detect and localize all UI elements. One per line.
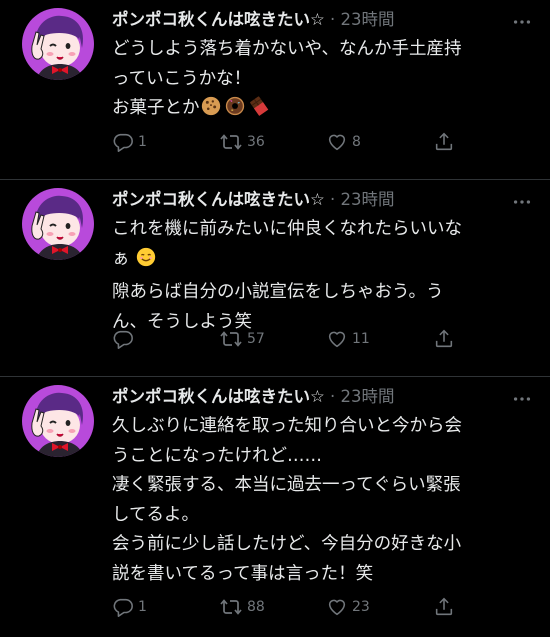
retweet-button[interactable]: 88 <box>219 595 326 619</box>
retweet-count: 88 <box>247 599 265 615</box>
tweet-body: ポンポコ秋くんは呟きたい☆ · 23時間 どうしよう落ち着かないや、なんか手土産… <box>112 7 510 128</box>
reply-count: 1 <box>138 599 147 615</box>
timeline: ポンポコ秋くんは呟きたい☆ · 23時間 どうしよう落ち着かないや、なんか手土産… <box>0 0 550 637</box>
share-button[interactable] <box>433 328 455 350</box>
tweet[interactable]: ポンポコ秋くんは呟きたい☆ · 23時間 久しぶりに連絡を取った知り合いと今から… <box>0 377 550 637</box>
like-button[interactable]: 23 <box>326 596 433 618</box>
tweet-header: ポンポコ秋くんは呟きたい☆ · 23時間 <box>112 7 510 33</box>
reply-button[interactable] <box>112 328 219 350</box>
retweet-icon <box>219 130 243 154</box>
tweet-body: ポンポコ秋くんは呟きたい☆ · 23時間 久しぶりに連絡を取った知り合いと今から… <box>112 384 510 589</box>
share-button[interactable] <box>433 131 455 153</box>
timestamp[interactable]: 23時間 <box>341 387 395 406</box>
tweet-line: これを機に前みたいに仲良くなれたらいいな <box>112 219 462 239</box>
heart-icon <box>326 596 348 618</box>
tweet-text: 久しぶりに連絡を取った知り合いと今から会 うことになったけれど…… 凄く緊張する… <box>112 412 510 589</box>
tweet-header: ポンポコ秋くんは呟きたい☆ · 23時間 <box>112 384 510 410</box>
tweet-body: ポンポコ秋くんは呟きたい☆ · 23時間 これを機に前みたいに仲良くなれたらいい… <box>112 187 510 337</box>
tweet-header: ポンポコ秋くんは呟きたい☆ · 23時間 <box>112 187 510 213</box>
separator: · <box>330 10 336 29</box>
avatar[interactable] <box>22 8 94 80</box>
tweet-line: 隙あらば自分の小説宣伝をしちゃおう。う <box>112 282 444 302</box>
retweet-icon <box>219 595 243 619</box>
cookie-icon <box>200 95 222 128</box>
retweet-count: 36 <box>247 134 265 150</box>
retweet-button[interactable]: 36 <box>219 130 326 154</box>
like-count: 8 <box>352 134 361 150</box>
display-name[interactable]: ポンポコ秋くんは呟きたい☆ <box>112 190 325 209</box>
tweet-line: どうしよう落ち着かないや、なんか手土産持 <box>112 39 462 59</box>
tweet-line-with-emoji: ぁ <box>112 245 510 279</box>
like-count: 23 <box>352 599 370 615</box>
tweet-line: 久しぶりに連絡を取った知り合いと今から会 <box>112 416 462 436</box>
smiling-face-icon <box>135 246 157 279</box>
more-options-icon[interactable] <box>510 192 534 212</box>
doughnut-icon <box>224 95 246 128</box>
timestamp[interactable]: 23時間 <box>341 10 395 29</box>
share-button[interactable] <box>433 596 455 618</box>
display-name[interactable]: ポンポコ秋くんは呟きたい☆ <box>112 387 325 406</box>
tweet-line: っていこうかな！ <box>112 68 252 89</box>
tweet-line: 凄く緊張する、本当に過去一ってぐらい緊張 <box>112 475 461 495</box>
retweet-count: 57 <box>247 331 265 347</box>
like-button[interactable]: 8 <box>326 131 433 153</box>
chocolate-bar-icon <box>248 95 270 128</box>
tweet-text: どうしよう落ち着かないや、なんか手土産持 っていこうかな！ お菓子とか <box>112 35 510 128</box>
tweet-actions: 1 36 8 <box>112 130 520 154</box>
retweet-button[interactable]: 57 <box>219 327 326 351</box>
reply-icon <box>112 328 134 350</box>
reply-button[interactable]: 1 <box>112 131 219 153</box>
more-options-icon[interactable] <box>510 389 534 409</box>
tweet-actions: 57 11 <box>112 327 520 351</box>
separator: · <box>330 387 336 406</box>
timestamp[interactable]: 23時間 <box>341 190 395 209</box>
tweet-text: これを機に前みたいに仲良くなれたらいいな ぁ 隙あらば自分の小説宣伝をしちゃおう… <box>112 215 510 337</box>
tweet-actions: 1 88 23 <box>112 595 520 619</box>
tweet-line: お菓子とか <box>112 98 200 118</box>
display-name[interactable]: ポンポコ秋くんは呟きたい☆ <box>112 10 325 29</box>
share-icon <box>433 328 455 350</box>
share-icon <box>433 596 455 618</box>
tweet[interactable]: ポンポコ秋くんは呟きたい☆ · 23時間 これを機に前みたいに仲良くなれたらいい… <box>0 180 550 377</box>
heart-icon <box>326 328 348 350</box>
heart-icon <box>326 131 348 153</box>
avatar[interactable] <box>22 385 94 457</box>
retweet-icon <box>219 327 243 351</box>
tweet-line: 会う前に少し話したけど、今自分の好きな小 <box>112 534 462 554</box>
tweet-line-with-emoji: お菓子とか <box>112 94 510 128</box>
reply-count: 1 <box>138 134 147 150</box>
like-count: 11 <box>352 331 370 347</box>
tweet-line: してるよ。 <box>112 504 199 525</box>
tweet-line: うことになったけれど…… <box>112 445 322 466</box>
tweet[interactable]: ポンポコ秋くんは呟きたい☆ · 23時間 どうしよう落ち着かないや、なんか手土産… <box>0 0 550 180</box>
tweet-line: 説を書いてるって事は言った！笑 <box>112 563 374 584</box>
like-button[interactable]: 11 <box>326 328 433 350</box>
tweet-line: ぁ <box>112 248 130 269</box>
share-icon <box>433 131 455 153</box>
reply-button[interactable]: 1 <box>112 596 219 618</box>
avatar[interactable] <box>22 188 94 260</box>
reply-icon <box>112 131 134 153</box>
more-options-icon[interactable] <box>510 12 534 32</box>
reply-icon <box>112 596 134 618</box>
separator: · <box>330 190 336 209</box>
